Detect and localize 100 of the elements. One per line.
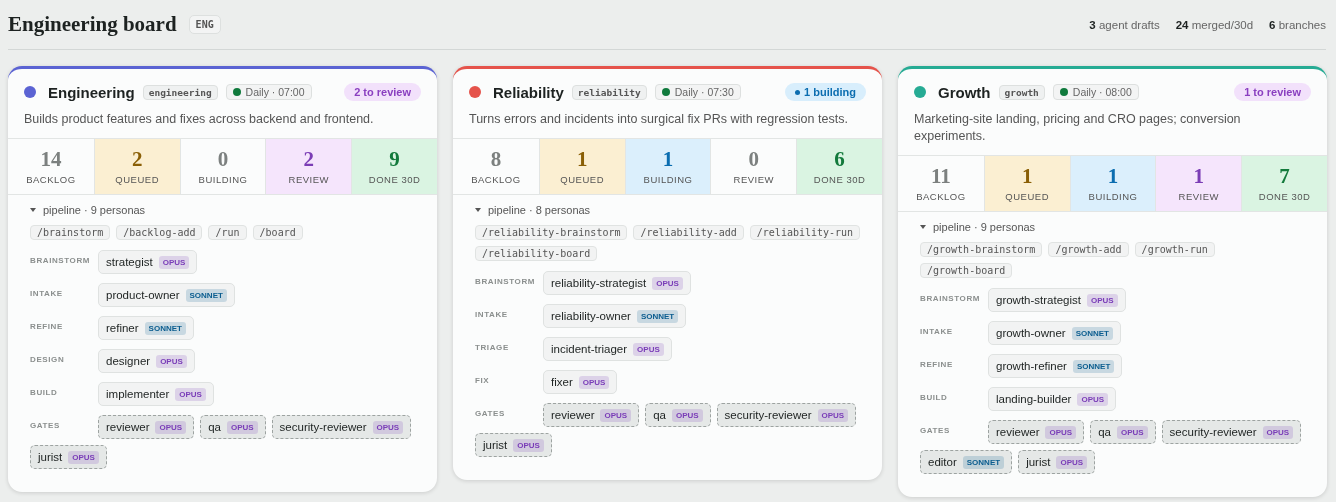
count-label: DONE 30D [813,173,866,185]
team-name: Engineering [48,83,135,101]
count-value: 9 [389,148,400,170]
count-label: QUEUED [115,173,159,185]
command-chip: /brainstorm [30,225,111,240]
team-description: Marketing-site landing, pricing and CRO pages; conversion experiments. [914,111,1242,145]
command-chip: /run [208,225,247,240]
header-stat: 3 agent drafts [1089,18,1160,31]
command-chip: /growth-add [1048,242,1129,257]
persona-name: qa [208,421,221,433]
status-badge: 2 to review [344,83,421,101]
persona-name: security-reviewer [279,421,367,433]
stage-label: BRAINSTORM [475,276,537,286]
command-chip: /growth-board [920,263,1013,278]
stage-label: DESIGN [30,354,66,364]
persona-name: jurist [483,439,508,451]
stage-label: FIX [475,375,491,385]
stage-label: REFINE [920,359,954,369]
persona-name: jurist [38,451,63,463]
count-label: QUEUED [1005,190,1049,202]
stage-label: GATES [30,420,61,430]
pipeline-summary: pipeline · 9 personas [43,204,146,216]
pipeline-toggle[interactable]: pipeline · 9 personas [920,221,1311,233]
model-tag: OPUS [1087,293,1118,307]
schedule-pill: Daily · 07:30 [654,84,741,100]
model-tag: OPUS [817,408,849,422]
persona-name: landing-builder [996,393,1072,405]
count-label: REVIEW [733,173,775,185]
stage-label: GATES [475,408,506,418]
model-tag: OPUS [175,387,206,401]
persona-name: implementer [106,388,170,400]
command-chip: /reliability-add [633,225,744,240]
command-chip: /reliability-run [749,225,861,240]
count-value: 2 [303,148,315,170]
model-tag: OPUS [1262,425,1294,439]
model-tag: OPUS [600,408,632,422]
persona-name: strategist [106,256,153,268]
model-tag: OPUS [1045,425,1077,439]
command-chip: /backlog-add [116,225,203,240]
model-tag: OPUS [1056,455,1088,469]
count-value: 14 [40,148,62,170]
persona-name: reliability-owner [551,310,631,322]
stage-label: INTAKE [475,309,509,319]
persona-name: security-reviewer [1169,426,1257,438]
command-chip: /reliability-board [475,246,598,261]
model-tag: SONNET [1072,359,1115,373]
persona-name: designer [106,355,151,367]
pipeline-toggle[interactable]: pipeline · 8 personas [475,204,866,216]
stage-label: GATES [920,425,951,435]
team-slug: reliability [571,84,647,100]
persona-name: jurist [1026,456,1051,468]
caret-icon [30,207,36,213]
team-description: Turns errors and incidents into surgical fix PRs with regression tests. [469,111,849,128]
persona-name: security-reviewer [724,409,812,421]
persona-name: growth-owner [996,327,1066,339]
count-value: 1 [1193,165,1205,187]
pipeline-summary: pipeline · 8 personas [488,204,591,216]
model-tag: SONNET [636,309,679,323]
status-dot-icon [795,89,801,95]
team-slug: engineering [142,84,218,100]
model-tag: SONNET [1071,326,1113,340]
header-stat: 6 branches [1269,18,1326,31]
count-label: REVIEW [288,173,330,185]
model-tag: SONNET [962,455,1005,469]
count-value: 6 [834,148,845,170]
count-value: 11 [930,165,951,187]
stage-label: INTAKE [30,288,64,298]
model-tag: OPUS [226,420,258,434]
count-label: DONE 30D [368,173,421,185]
persona-name: incident-triager [551,343,628,355]
team-description: Builds product features and fixes across backend and frontend. [24,111,375,128]
model-tag: OPUS [68,450,99,464]
header-stat: 24 merged/30d [1175,18,1254,31]
persona-name: growth-strategist [996,294,1081,306]
count-value: 0 [217,148,229,170]
count-value: 0 [748,148,760,170]
count-value: 8 [490,148,502,170]
model-tag: OPUS [513,438,544,452]
schedule-pill: Daily · 07:00 [225,84,312,100]
persona-name: fixer [551,376,573,388]
model-tag: SONNET [144,321,186,335]
count-label: BUILDING [1088,190,1138,202]
model-tag: OPUS [633,342,664,356]
count-value: 1 [1107,165,1119,187]
persona-name: reviewer [551,409,595,421]
count-value: 1 [662,148,674,170]
stage-label: BUILD [920,392,949,402]
pipeline-summary: pipeline · 9 personas [933,221,1036,233]
persona-name: product-owner [106,289,180,301]
count-label: BACKLOG [916,190,966,202]
persona-name: qa [653,409,666,421]
pipeline-toggle[interactable]: pipeline · 9 personas [30,204,421,216]
caret-icon [920,224,926,230]
stage-label: TRIAGE [475,342,510,352]
model-tag: OPUS [158,255,190,269]
model-tag: OPUS [671,408,703,422]
stage-label: BUILD [30,387,59,397]
caret-icon [475,207,481,213]
persona-name: reviewer [996,426,1040,438]
persona-name: growth-refiner [996,360,1067,372]
